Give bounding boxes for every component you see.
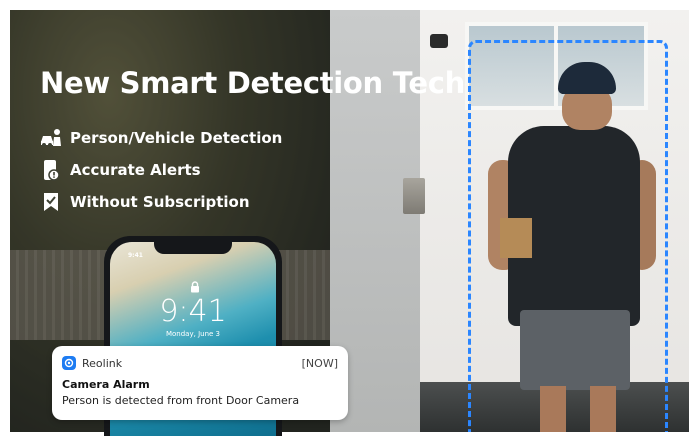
feature-label: Accurate Alerts bbox=[70, 161, 201, 179]
feature-item-subscription: Without Subscription bbox=[40, 186, 282, 218]
mailbox bbox=[403, 178, 425, 214]
notification-body: Person is detected from front Door Camer… bbox=[62, 394, 300, 407]
push-notification[interactable]: Reolink [NOW] Camera Alarm Person is det… bbox=[52, 346, 348, 420]
lock-screen-time: 9:41 bbox=[159, 294, 227, 329]
alert-phone-icon bbox=[40, 159, 62, 181]
notification-title: Camera Alarm bbox=[62, 378, 150, 391]
notification-time: [NOW] bbox=[301, 356, 338, 370]
notification-header: Reolink [NOW] bbox=[62, 354, 338, 372]
headline: New Smart Detection Tech bbox=[40, 66, 465, 100]
reolink-app-icon bbox=[62, 356, 76, 370]
feature-label: Without Subscription bbox=[70, 193, 250, 211]
person-vehicle-icon bbox=[40, 127, 62, 149]
bookmark-check-icon bbox=[40, 191, 62, 213]
phone-notch bbox=[154, 242, 232, 254]
feature-item-alerts: Accurate Alerts bbox=[40, 154, 282, 186]
feature-list: Person/Vehicle Detection Accurate Alerts… bbox=[40, 122, 282, 218]
status-bar-time: 9:41 bbox=[128, 252, 143, 259]
feature-item-person-vehicle: Person/Vehicle Detection bbox=[40, 122, 282, 154]
person-detection-box bbox=[468, 40, 668, 432]
notification-app-name: Reolink bbox=[82, 356, 123, 370]
feature-label: Person/Vehicle Detection bbox=[70, 129, 283, 147]
security-camera bbox=[430, 34, 448, 48]
lock-screen-date: Monday, June 3 bbox=[165, 330, 220, 338]
